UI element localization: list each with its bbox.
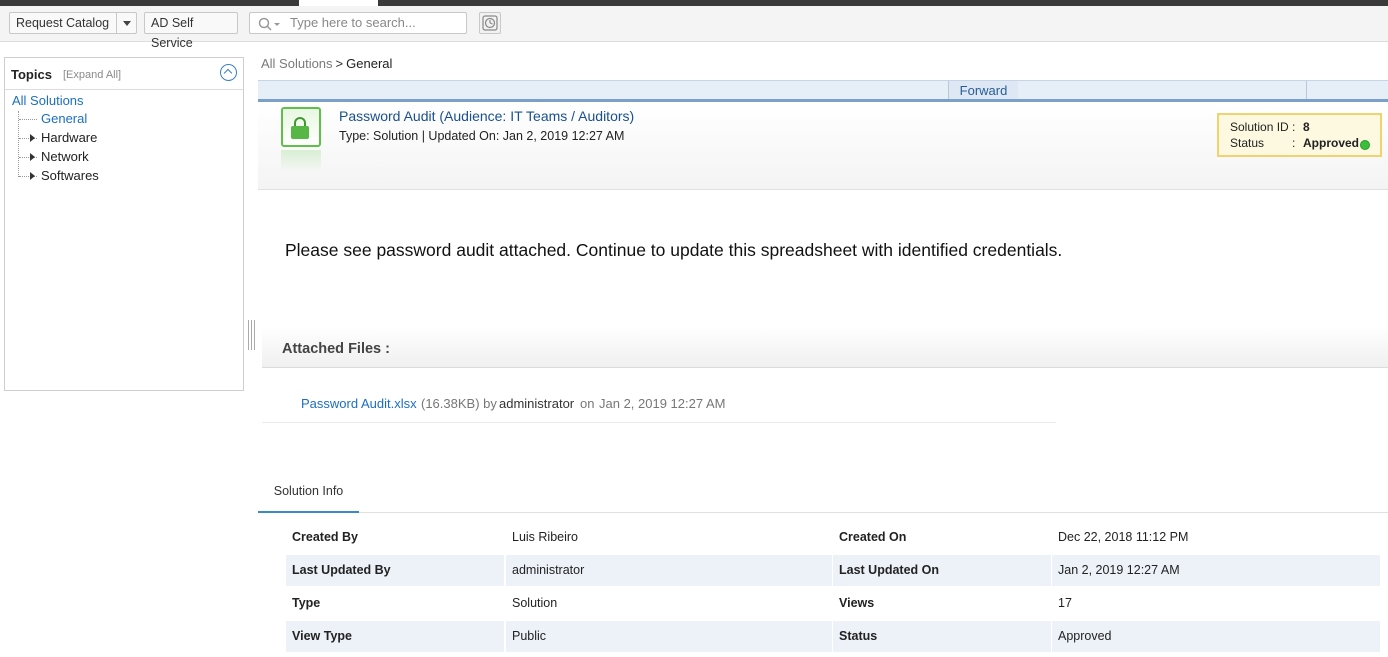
colon: :	[1292, 136, 1296, 150]
breadcrumb-current: General	[346, 56, 393, 71]
field-value: Solution	[512, 596, 558, 610]
panel-splitter[interactable]	[247, 320, 255, 350]
topics-title: Topics	[11, 67, 52, 82]
table-row: Created By Luis Ribeiro Created On Dec 2…	[286, 522, 1380, 555]
breadcrumb: All Solutions > General	[261, 56, 392, 71]
tree-item-hardware[interactable]: Hardware	[41, 130, 97, 145]
tree-root-all-solutions[interactable]: All Solutions	[12, 93, 84, 108]
solution-title[interactable]: Password Audit (Audience: IT Teams / Aud…	[339, 108, 634, 124]
tree-connector	[18, 111, 19, 177]
field-label: View Type	[286, 621, 504, 652]
solution-header: Password Audit (Audience: IT Teams / Aud…	[258, 102, 1388, 190]
forward-button[interactable]: Forward	[948, 81, 1018, 99]
status-value: Approved	[1303, 136, 1360, 150]
solution-id-box: Solution ID : 8 Status : Approved	[1217, 113, 1382, 157]
expand-arrow-icon[interactable]	[30, 134, 35, 142]
solution-description: Please see password audit attached. Cont…	[285, 240, 1063, 260]
attachment-row: Password Audit.xlsx (16.38KB) by adminis…	[262, 392, 1056, 423]
attachment-on: on	[580, 396, 595, 411]
solution-info-table: Created By Luis Ribeiro Created On Dec 2…	[286, 522, 1380, 654]
chevron-down-icon[interactable]	[116, 13, 136, 33]
solution-meta: Type: Solution | Updated On: Jan 2, 2019…	[339, 129, 625, 143]
tab-baseline	[258, 512, 1388, 513]
collapse-panel-icon[interactable]	[220, 64, 237, 81]
request-catalog-label: Request Catalog	[16, 16, 110, 30]
tree-item-softwares[interactable]: Softwares	[41, 168, 99, 183]
clock-history-icon	[482, 15, 498, 31]
field-value: Approved	[1052, 621, 1380, 652]
table-row: View Type Public Status Approved	[286, 621, 1380, 654]
tree-item-general[interactable]: General	[41, 111, 87, 126]
tree-item-network[interactable]: Network	[41, 149, 89, 164]
tab-solution-info[interactable]: Solution Info	[258, 480, 359, 513]
search-input[interactable]: Type here to search...	[249, 12, 467, 34]
status-label: Status	[1230, 136, 1265, 150]
topics-panel: Topics [Expand All] All Solutions Genera…	[4, 57, 244, 391]
breadcrumb-separator: >	[335, 56, 344, 71]
solution-id-label: Solution ID	[1230, 120, 1289, 134]
field-label: Last Updated By	[286, 555, 504, 586]
field-label: Last Updated On	[833, 555, 1051, 586]
unlock-icon	[281, 107, 321, 147]
field-value: Public	[506, 621, 832, 652]
attachment-link[interactable]: Password Audit.xlsx	[301, 396, 417, 411]
action-bar: Forward	[258, 80, 1388, 99]
field-value: 17	[1058, 596, 1072, 610]
icon-reflection	[281, 150, 321, 172]
field-value: Jan 2, 2019 12:27 AM	[1052, 555, 1380, 586]
search-icon	[258, 17, 280, 31]
field-value: administrator	[506, 555, 832, 586]
field-label: Created On	[839, 530, 907, 544]
field-label: Status	[833, 621, 1051, 652]
toolbar: Request Catalog AD Self Service Type her…	[0, 6, 1388, 50]
topics-header: Topics [Expand All]	[5, 58, 243, 90]
history-button[interactable]	[479, 12, 501, 34]
ad-self-service-button[interactable]: AD Self Service	[144, 12, 238, 50]
solution-id-value: 8	[1303, 120, 1310, 134]
field-label: Created By	[292, 530, 358, 544]
expand-all-link[interactable]: [Expand All]	[63, 69, 121, 81]
tree-connector	[19, 119, 37, 120]
colon: :	[1292, 120, 1296, 134]
attachment-user: administrator	[499, 396, 575, 411]
expand-arrow-icon[interactable]	[30, 172, 35, 180]
field-value: Luis Ribeiro	[512, 530, 579, 544]
field-value: Dec 22, 2018 11:12 PM	[1058, 530, 1189, 544]
field-label: Views	[839, 596, 875, 610]
attachment-date: Jan 2, 2019 12:27 AM	[599, 396, 726, 411]
field-label: Type	[292, 596, 321, 610]
search-placeholder: Type here to search...	[290, 15, 416, 30]
action-divider	[1306, 81, 1307, 99]
attachment-size: (16.38KB) by	[421, 396, 497, 411]
expand-arrow-icon[interactable]	[30, 153, 35, 161]
attached-files-title: Attached Files :	[282, 341, 390, 357]
breadcrumb-root[interactable]: All Solutions	[261, 56, 333, 71]
table-row: Last Updated By administrator Last Updat…	[286, 555, 1380, 588]
status-approved-icon	[1360, 140, 1370, 150]
table-row: Type Solution Views 17	[286, 588, 1380, 621]
attached-files-header: Attached Files :	[262, 326, 1388, 368]
request-catalog-button[interactable]: Request Catalog	[9, 12, 137, 34]
